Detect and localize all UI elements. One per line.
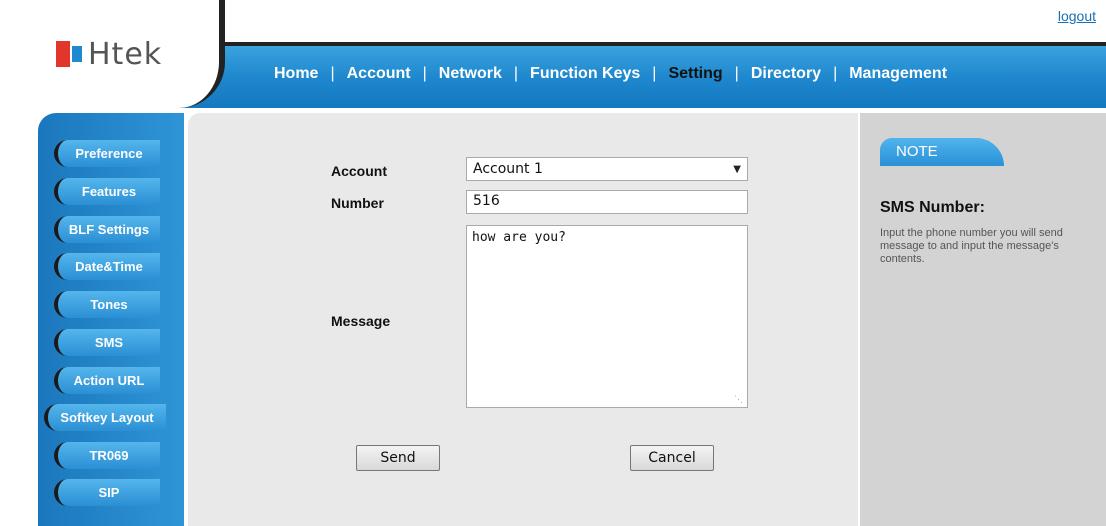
logo-text: Htek [88, 36, 163, 72]
sidebar-item-features[interactable]: Features [54, 178, 160, 205]
resize-grip-icon[interactable]: ⋱ [734, 395, 743, 405]
sidebar-item-sip[interactable]: SIP [54, 479, 160, 506]
cancel-button[interactable]: Cancel [630, 445, 714, 471]
nav-management[interactable]: Management [837, 65, 959, 83]
sms-form-panel: Account Account 1 ▼ Number 516 Message h… [188, 113, 858, 526]
logout-link[interactable]: logout [1058, 8, 1096, 24]
message-label: Message [331, 313, 391, 329]
account-select[interactable]: Account 1 ▼ [466, 157, 748, 181]
sidebar-item-blf-settings[interactable]: BLF Settings [54, 216, 160, 243]
note-panel: NOTE SMS Number: Input the phone number … [860, 113, 1106, 526]
sidebar-item-sms[interactable]: SMS [54, 329, 160, 356]
message-text: how are you? [472, 230, 566, 245]
nav-setting[interactable]: Setting [656, 65, 734, 83]
chevron-down-icon: ▼ [733, 163, 741, 175]
account-select-value: Account 1 [473, 161, 543, 177]
send-button[interactable]: Send [356, 445, 440, 471]
message-textarea[interactable]: how are you? ⋱ [466, 225, 748, 408]
sidebar: Preference Features BLF Settings Date&Ti… [38, 113, 184, 526]
number-input[interactable]: 516 [466, 190, 748, 214]
note-tab: NOTE [880, 138, 1004, 166]
sidebar-item-preference[interactable]: Preference [54, 140, 160, 167]
nav-home[interactable]: Home [262, 65, 330, 83]
main-nav: Home | Account | Network | Function Keys… [262, 62, 959, 86]
account-label: Account [331, 163, 387, 179]
htek-logo: Htek [56, 34, 162, 74]
sidebar-item-action-url[interactable]: Action URL [54, 367, 160, 394]
nav-function-keys[interactable]: Function Keys [518, 65, 652, 83]
sidebar-item-date-time[interactable]: Date&Time [54, 253, 160, 280]
sidebar-item-tr069[interactable]: TR069 [54, 442, 160, 469]
nav-account[interactable]: Account [335, 65, 423, 83]
note-text: Input the phone number you will send mes… [880, 227, 1063, 265]
number-label: Number [331, 195, 384, 211]
sidebar-item-softkey-layout[interactable]: Softkey Layout [44, 404, 166, 431]
note-title: SMS Number: [880, 199, 985, 216]
nav-directory[interactable]: Directory [739, 65, 833, 83]
header: Htek logout Home | Account | Network | F… [0, 0, 1106, 108]
sidebar-item-tones[interactable]: Tones [54, 291, 160, 318]
logo-mark-icon [56, 41, 86, 67]
nav-network[interactable]: Network [427, 65, 514, 83]
